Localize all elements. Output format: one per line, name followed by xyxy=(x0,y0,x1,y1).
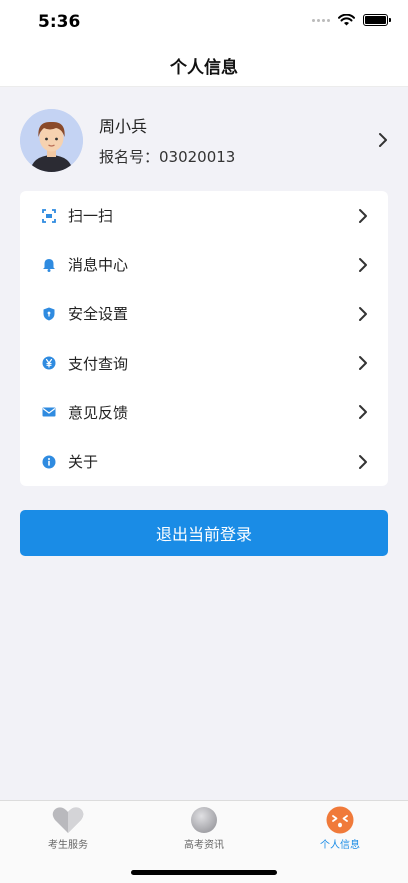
shield-icon xyxy=(42,307,56,321)
page-title: 个人信息 xyxy=(170,57,238,78)
chevron-right-icon xyxy=(358,306,368,322)
menu-item-payment[interactable]: 支付查询 xyxy=(20,339,388,388)
profile-info: 周小兵 报名号：03020013 xyxy=(99,113,378,167)
menu-item-label: 消息中心 xyxy=(68,256,129,275)
mail-icon xyxy=(42,405,56,419)
wifi-icon xyxy=(338,14,355,26)
tab-personal-info[interactable]: 个人信息 xyxy=(272,806,408,851)
menu-item-label: 扫一扫 xyxy=(68,207,114,226)
battery-icon xyxy=(363,14,391,26)
profile-row[interactable]: 周小兵 报名号：03020013 xyxy=(0,98,408,182)
info-icon xyxy=(42,455,56,469)
tab-label: 考生服务 xyxy=(48,840,88,851)
home-indicator[interactable] xyxy=(131,870,277,875)
status-bar: 5:36 xyxy=(0,0,408,44)
tab-label: 高考资讯 xyxy=(184,840,224,851)
status-icons xyxy=(312,14,391,26)
scan-icon xyxy=(42,208,56,223)
chevron-right-icon xyxy=(358,404,368,420)
menu-item-about[interactable]: 关于 xyxy=(20,437,388,486)
registration-number: 报名号：03020013 xyxy=(99,148,236,166)
menu-item-label: 安全设置 xyxy=(68,305,129,324)
signal-icon xyxy=(312,18,330,22)
logout-button[interactable]: 退出当前登录 xyxy=(20,510,388,556)
avatar xyxy=(20,108,83,172)
menu-item-security[interactable]: 安全设置 xyxy=(20,289,388,338)
yen-icon xyxy=(42,356,56,370)
heart-icon xyxy=(52,807,84,833)
tab-label: 个人信息 xyxy=(320,840,360,851)
menu-card: 扫一扫 消息中心 安全设置 支付查询 意见反馈 关于 xyxy=(20,191,388,486)
tab-student-services[interactable]: 考生服务 xyxy=(0,806,136,851)
menu-item-messages[interactable]: 消息中心 xyxy=(20,240,388,289)
menu-item-label: 意见反馈 xyxy=(68,403,129,422)
nav-bar: 个人信息 xyxy=(0,44,408,87)
profile-name: 周小兵 xyxy=(99,117,148,136)
menu-item-scan[interactable]: 扫一扫 xyxy=(20,191,388,240)
chevron-right-icon xyxy=(358,355,368,371)
chevron-right-icon xyxy=(358,454,368,470)
bell-icon xyxy=(42,258,56,272)
tab-exam-news[interactable]: 高考资讯 xyxy=(136,806,272,851)
status-time: 5:36 xyxy=(38,12,81,32)
ball-icon xyxy=(191,807,217,833)
chevron-right-icon xyxy=(358,257,368,273)
chevron-right-icon xyxy=(378,132,388,148)
face-icon xyxy=(326,806,354,834)
avatar-icon xyxy=(20,108,83,172)
chevron-right-icon xyxy=(358,208,368,224)
menu-item-feedback[interactable]: 意见反馈 xyxy=(20,388,388,437)
menu-item-label: 支付查询 xyxy=(68,354,129,373)
tab-bar: 考生服务 高考资讯 个人信息 xyxy=(0,800,408,883)
menu-item-label: 关于 xyxy=(68,453,99,472)
